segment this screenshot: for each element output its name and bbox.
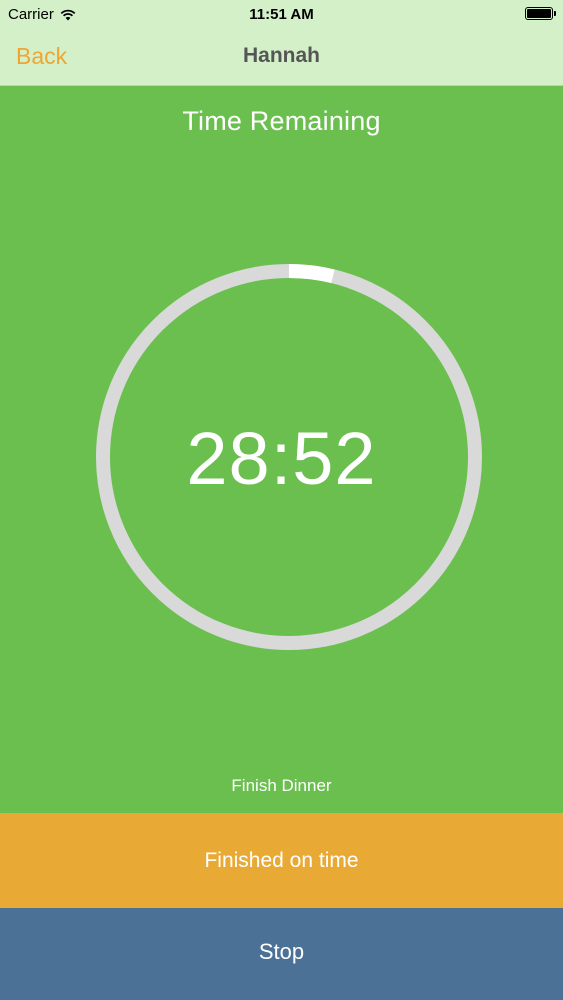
task-name: Finish Dinner bbox=[231, 776, 332, 795]
countdown-time: 28:52 bbox=[186, 417, 377, 500]
navigation-bar: Back Hannah bbox=[0, 30, 563, 86]
status-time: 11:51 AM bbox=[249, 6, 314, 23]
back-button[interactable]: Back bbox=[16, 43, 67, 70]
time-remaining-heading: Time Remaining bbox=[182, 106, 381, 136]
battery-icon bbox=[525, 7, 556, 20]
stop-button[interactable]: Stop bbox=[0, 908, 563, 1000]
finished-on-time-button[interactable]: Finished on time bbox=[0, 813, 563, 908]
timer-panel: Time Remaining 28:52 Finish Dinner bbox=[0, 86, 563, 813]
page-title: Hannah bbox=[242, 44, 320, 67]
status-bar: Carrier 11:51 AM bbox=[0, 0, 563, 30]
